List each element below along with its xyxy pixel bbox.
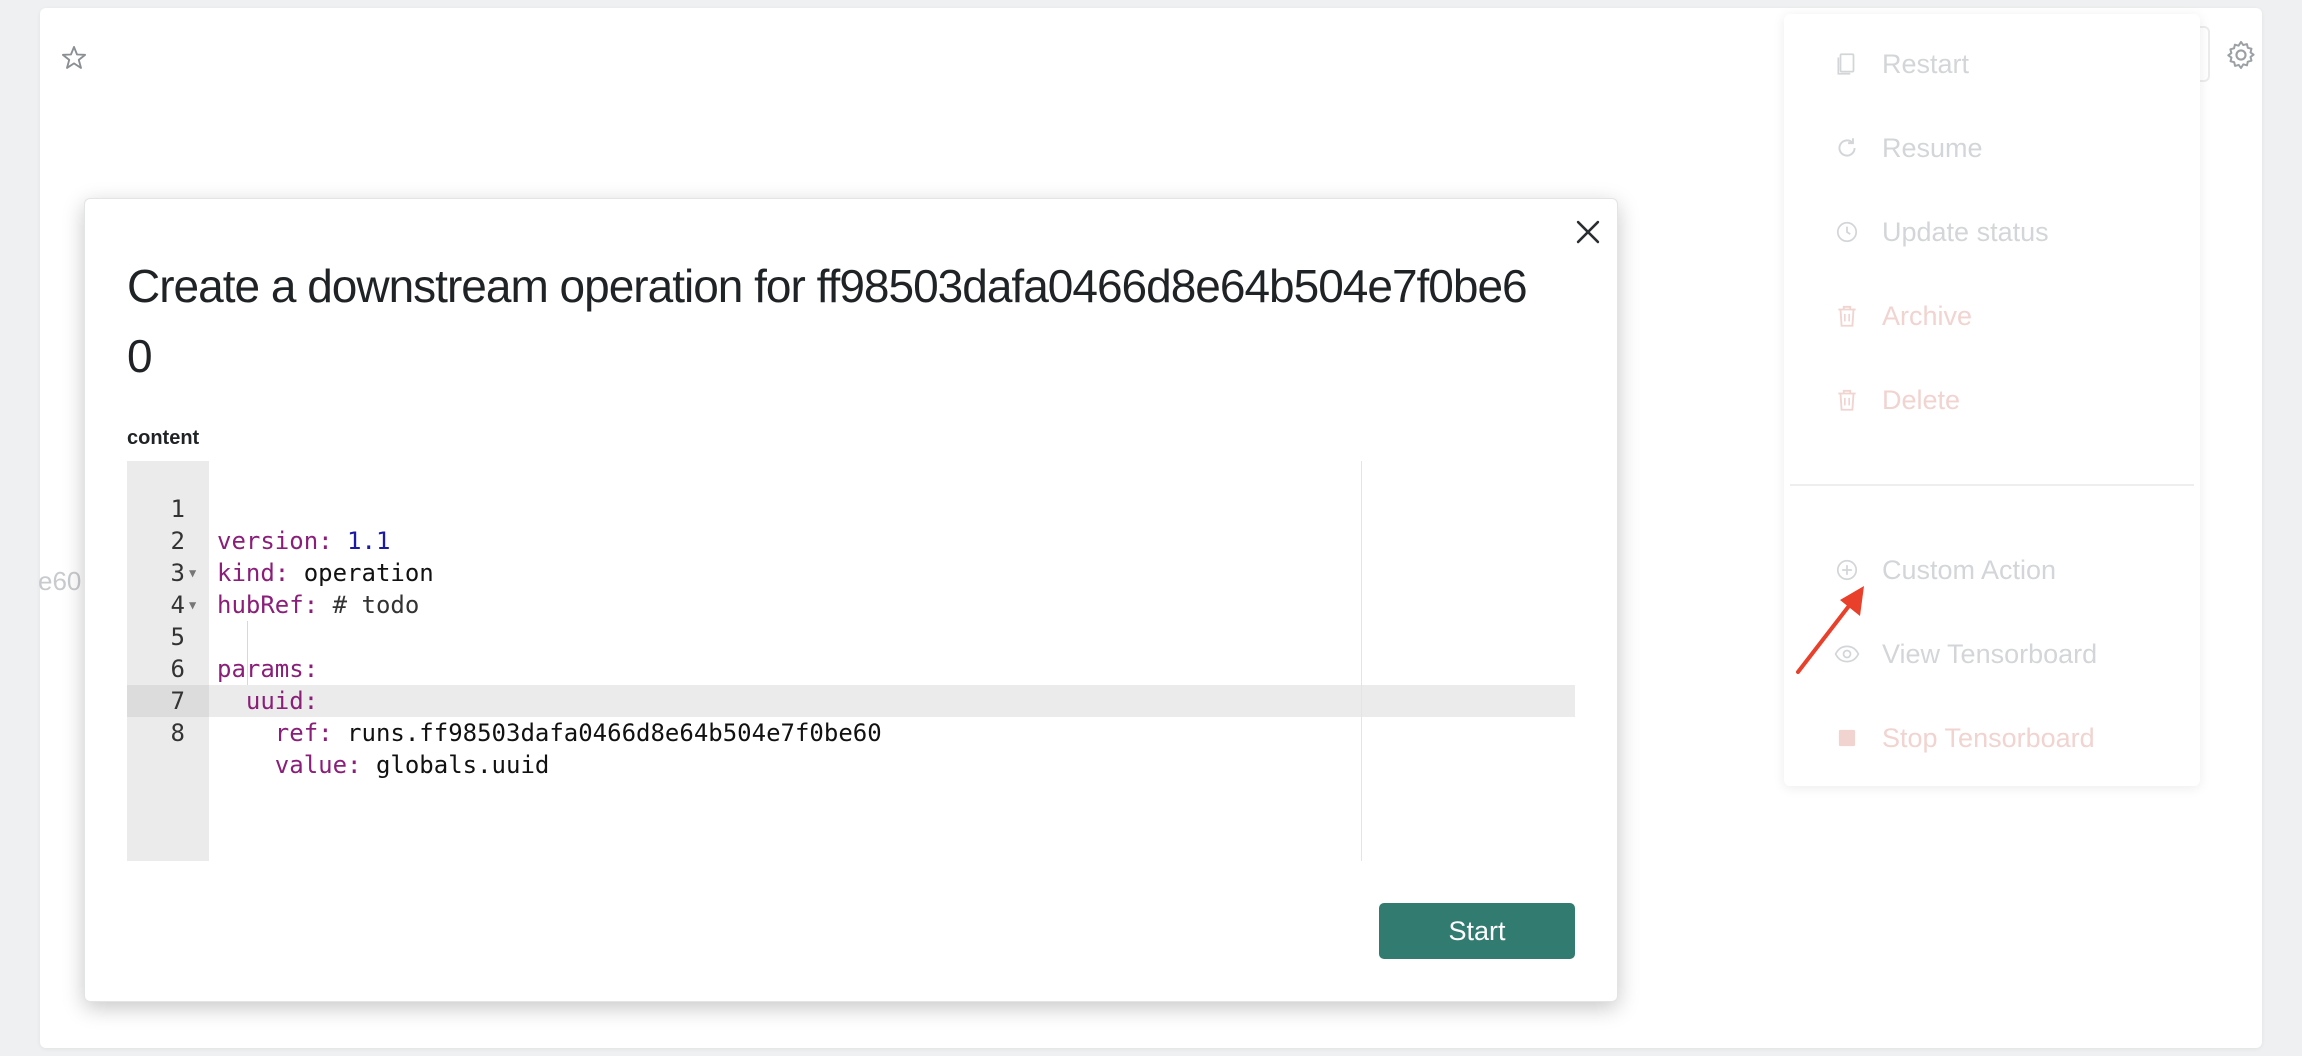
annotation-arrow-icon (1796, 586, 1864, 674)
menu-item-label: Stop Tensorboard (1882, 722, 2095, 753)
indent-guide (247, 621, 248, 653)
fold-arrow-icon[interactable]: ▼ (189, 589, 201, 621)
menu-item-label: Custom Action (1882, 554, 2057, 585)
refresh-icon (1832, 133, 1862, 163)
clock-icon (1832, 217, 1862, 247)
code-line: 3 hubRef: # todo (127, 525, 1575, 619)
menu-item-label: Archive (1882, 300, 1973, 331)
indent-guide (247, 653, 248, 685)
code-line: 2 kind: operation (127, 493, 1575, 587)
close-icon[interactable] (1571, 215, 1605, 249)
yaml-key: ref: (274, 719, 333, 747)
background-partial-text: e60 (38, 566, 82, 596)
content-label: content (127, 427, 200, 449)
menu-item-label: Delete (1882, 384, 1961, 415)
menu-item-stop-tensorboard[interactable]: Stop Tensorboard (1832, 716, 2095, 760)
code-line: 5 ▼ uuid: (127, 589, 1575, 715)
code-line: 4 ▼ params: (127, 557, 1575, 683)
fold-arrow-icon[interactable]: ▼ (189, 557, 201, 589)
menu-item-update-status[interactable]: Update status (1832, 210, 2049, 254)
menu-item-label: Resume (1882, 132, 1983, 163)
menu-item-archive[interactable]: Archive (1832, 294, 1972, 338)
menu-item-label: View Tensorboard (1882, 638, 2098, 669)
trash-icon (1832, 385, 1862, 415)
code-line: 8 (127, 685, 1575, 747)
menu-item-label: Restart (1882, 48, 1970, 79)
modal-title: Create a downstream operation for ff9850… (127, 260, 1528, 382)
create-downstream-operation-modal: Create a downstream operation for ff9850… (84, 198, 1618, 1002)
yaml-code-editor[interactable]: 1 version: 1.1 2 kind: operation 3 hubRe… (127, 461, 1575, 861)
code-line: 7 value: globals.uuid (127, 653, 1575, 779)
line-number: 8 (170, 719, 185, 747)
star-icon[interactable] (60, 44, 88, 72)
copy-icon (1832, 49, 1862, 79)
yaml-value: runs.ff98503dafa0466d8e64b504e7f0be60 (347, 719, 882, 747)
yaml-value: globals.uuid (375, 751, 550, 779)
start-button[interactable]: Start (1379, 903, 1575, 959)
menu-divider (1790, 484, 2194, 486)
menu-item-restart[interactable]: Restart (1832, 42, 1969, 86)
gear-icon[interactable] (2224, 38, 2258, 72)
menu-item-label: Update status (1882, 216, 2049, 247)
yaml-key: value: (274, 751, 362, 779)
menu-item-resume[interactable]: Resume (1832, 126, 1983, 170)
trash-icon (1832, 301, 1862, 331)
code-line: 1 version: 1.1 (127, 461, 1575, 555)
code-line: 6 ref: runs.ff98503dafa0466d8e64b504e7f0… (127, 621, 1575, 747)
menu-item-delete[interactable]: Delete (1832, 378, 1960, 422)
stop-icon (1832, 723, 1862, 753)
